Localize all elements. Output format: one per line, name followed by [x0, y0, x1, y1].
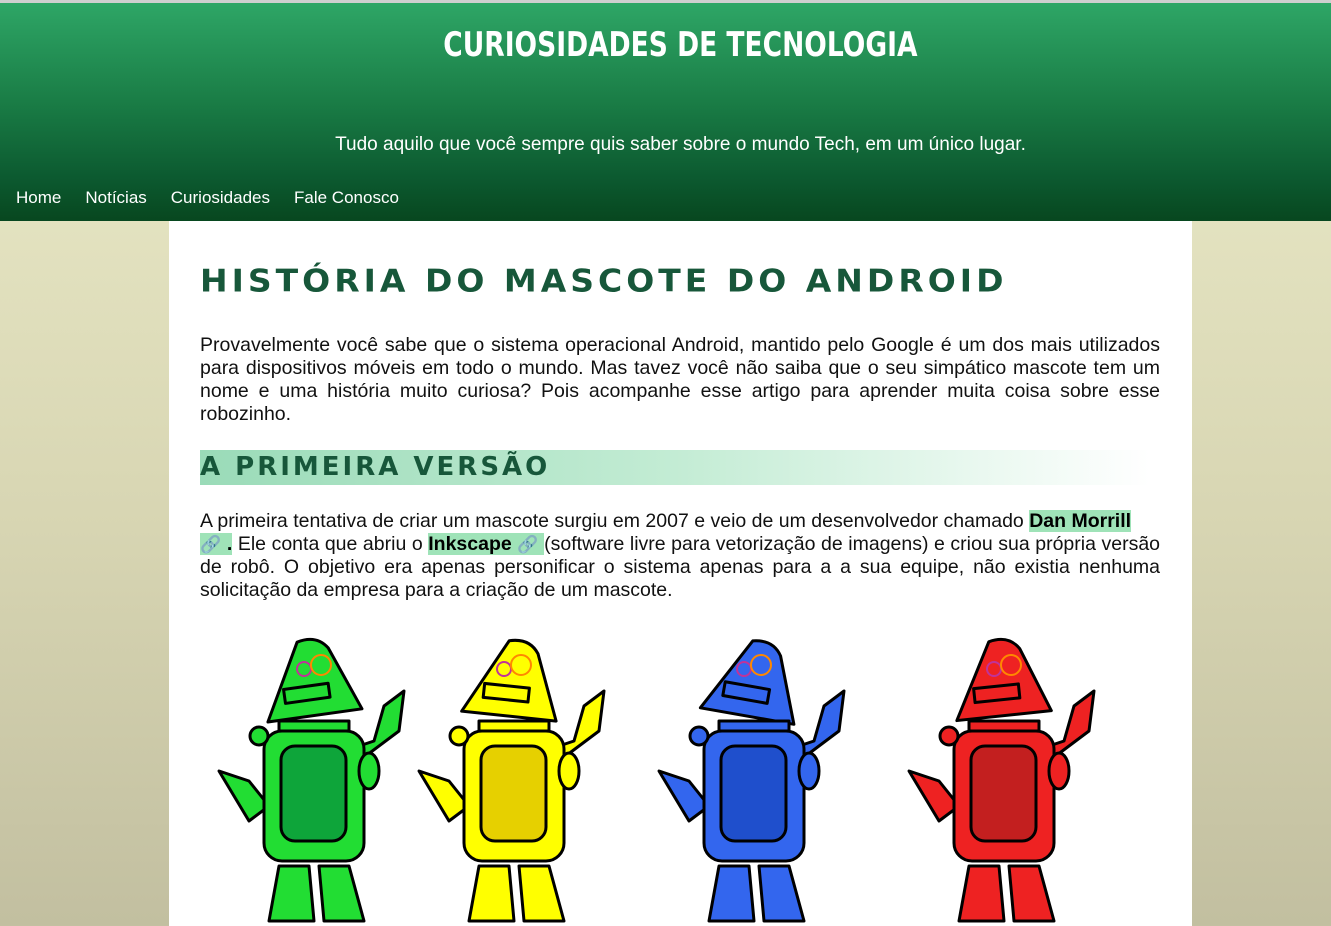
- site-subtitle: Tudo aquilo que você sempre quis saber s…: [335, 134, 1026, 155]
- nav-item-curiosidades[interactable]: Curiosidades: [171, 188, 270, 208]
- paragraph-text: A primeira tentativa de criar um mascote…: [200, 510, 1030, 532]
- nav-item-fale-conosco[interactable]: Fale Conosco: [294, 188, 399, 208]
- inkscape-link[interactable]: Inkscape 🔗: [428, 533, 545, 555]
- robot-figure: [217, 637, 406, 923]
- robot-figure: [907, 637, 1096, 923]
- paragraph-text: Ele conta que abriu o: [232, 533, 429, 555]
- site-header: CURIOSIDADES DE TECNOLOGIA Tudo aquilo q…: [0, 3, 1331, 221]
- article-content: História do mascote do Android Provavelm…: [169, 221, 1192, 926]
- section-paragraph: A primeira tentativa de criar um mascote…: [200, 510, 1160, 602]
- section-heading-primeira-versao: A primeira versão: [200, 450, 1150, 485]
- nav-item-home[interactable]: Home: [16, 188, 61, 208]
- robot-figure: [417, 638, 606, 923]
- article-title: História do mascote do Android: [200, 261, 1008, 300]
- intro-paragraph: Provavelmente você sabe que o sistema op…: [200, 334, 1160, 425]
- android-robots-image: [217, 637, 1096, 923]
- link-label: Inkscape: [428, 533, 512, 555]
- main-nav: Home Notícias Curiosidades Fale Conosco: [16, 188, 399, 208]
- nav-item-noticias[interactable]: Notícias: [85, 188, 146, 208]
- link-icon: 🔗: [200, 535, 222, 554]
- link-label: Dan Morrill: [1029, 510, 1132, 532]
- link-icon: 🔗: [517, 535, 539, 554]
- robot-figure: [657, 639, 846, 923]
- site-title: CURIOSIDADES DE TECNOLOGIA: [443, 25, 918, 65]
